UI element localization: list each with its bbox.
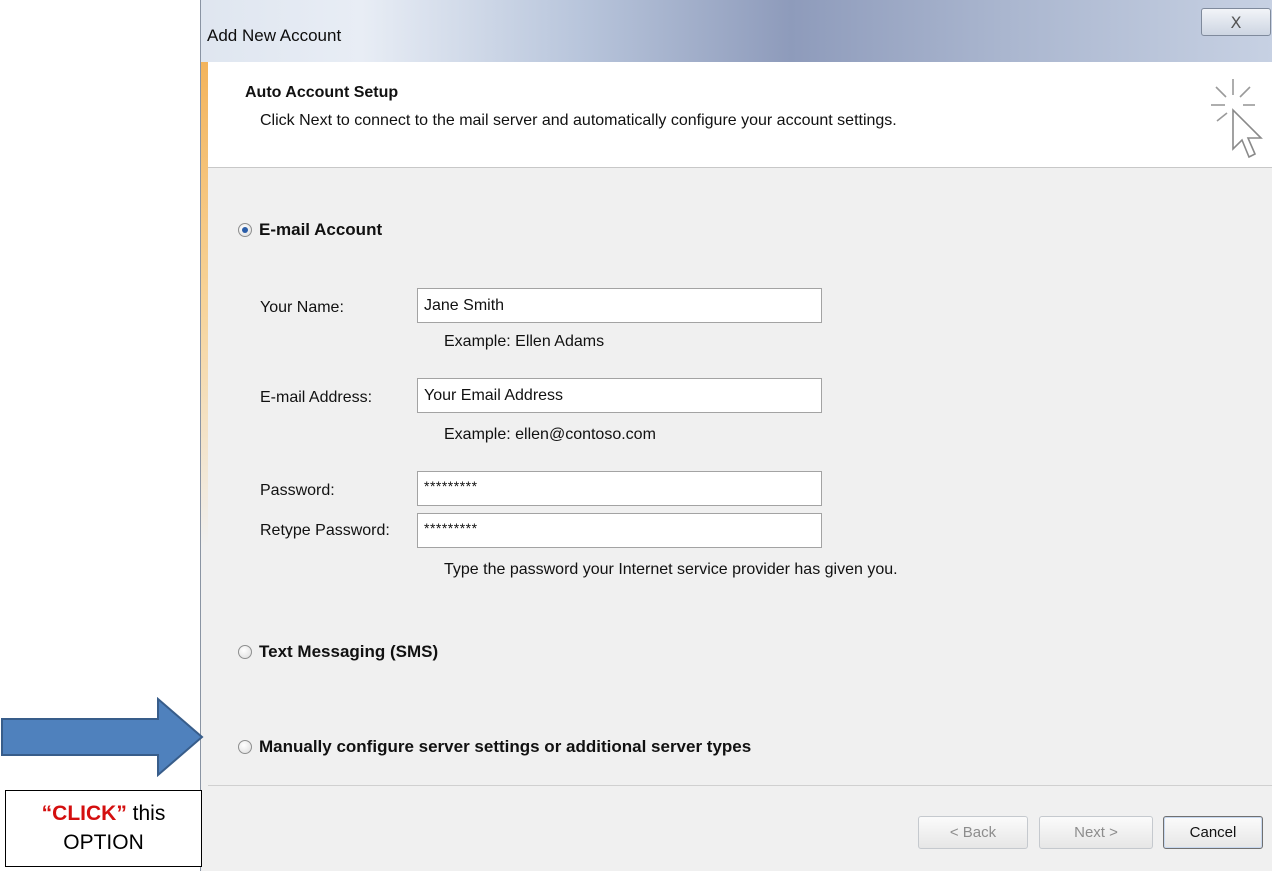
note-text-option: OPTION xyxy=(63,831,144,854)
your-name-example: Example: Ellen Adams xyxy=(444,333,605,350)
email-address-label: E-mail Address: xyxy=(260,389,373,406)
wizard-header: Auto Account Setup Click Next to connect… xyxy=(208,62,1272,168)
wizard-cursor-icon xyxy=(1211,79,1263,159)
note-text-this: this xyxy=(126,802,166,825)
title-bar: Add New Account X xyxy=(201,0,1272,62)
text-messaging-radio[interactable] xyxy=(238,645,252,659)
email-address-example: Example: ellen@contoso.com xyxy=(444,426,656,443)
close-button[interactable]: X xyxy=(1201,8,1271,36)
click-emphasis: “CLICK” xyxy=(41,802,127,825)
password-label: Password: xyxy=(260,482,335,499)
your-name-field[interactable]: Jane Smith xyxy=(417,288,822,323)
header-subtitle: Click Next to connect to the mail server… xyxy=(260,112,897,129)
close-icon: X xyxy=(1230,12,1242,32)
email-account-radio[interactable] xyxy=(238,223,252,237)
manual-config-label[interactable]: Manually configure server settings or ad… xyxy=(259,737,751,757)
cancel-button[interactable]: Cancel xyxy=(1163,816,1263,849)
back-button[interactable]: < Back xyxy=(918,816,1028,849)
text-messaging-label[interactable]: Text Messaging (SMS) xyxy=(259,642,438,662)
email-account-label[interactable]: E-mail Account xyxy=(259,220,382,240)
retype-password-label: Retype Password: xyxy=(260,522,390,539)
window-title: Add New Account xyxy=(207,26,342,45)
password-field[interactable]: ********* xyxy=(417,471,822,506)
header-title: Auto Account Setup xyxy=(245,84,399,101)
password-hint: Type the password your Internet service … xyxy=(444,561,898,578)
click-instruction-note: “CLICK” this OPTION xyxy=(5,790,202,867)
retype-password-field[interactable]: ********* xyxy=(417,513,822,548)
email-address-field[interactable]: Your Email Address xyxy=(417,378,822,413)
next-button[interactable]: Next > xyxy=(1039,816,1153,849)
wizard-body: E-mail Account Your Name: Jane Smith Exa… xyxy=(208,168,1272,785)
add-new-account-dialog: Add New Account X Auto Account Setup Cli… xyxy=(200,0,1272,871)
callout-arrow xyxy=(1,697,204,777)
manual-config-radio[interactable] xyxy=(238,740,252,754)
wizard-footer: < Back Next > Cancel xyxy=(208,785,1272,871)
your-name-label: Your Name: xyxy=(260,299,344,316)
